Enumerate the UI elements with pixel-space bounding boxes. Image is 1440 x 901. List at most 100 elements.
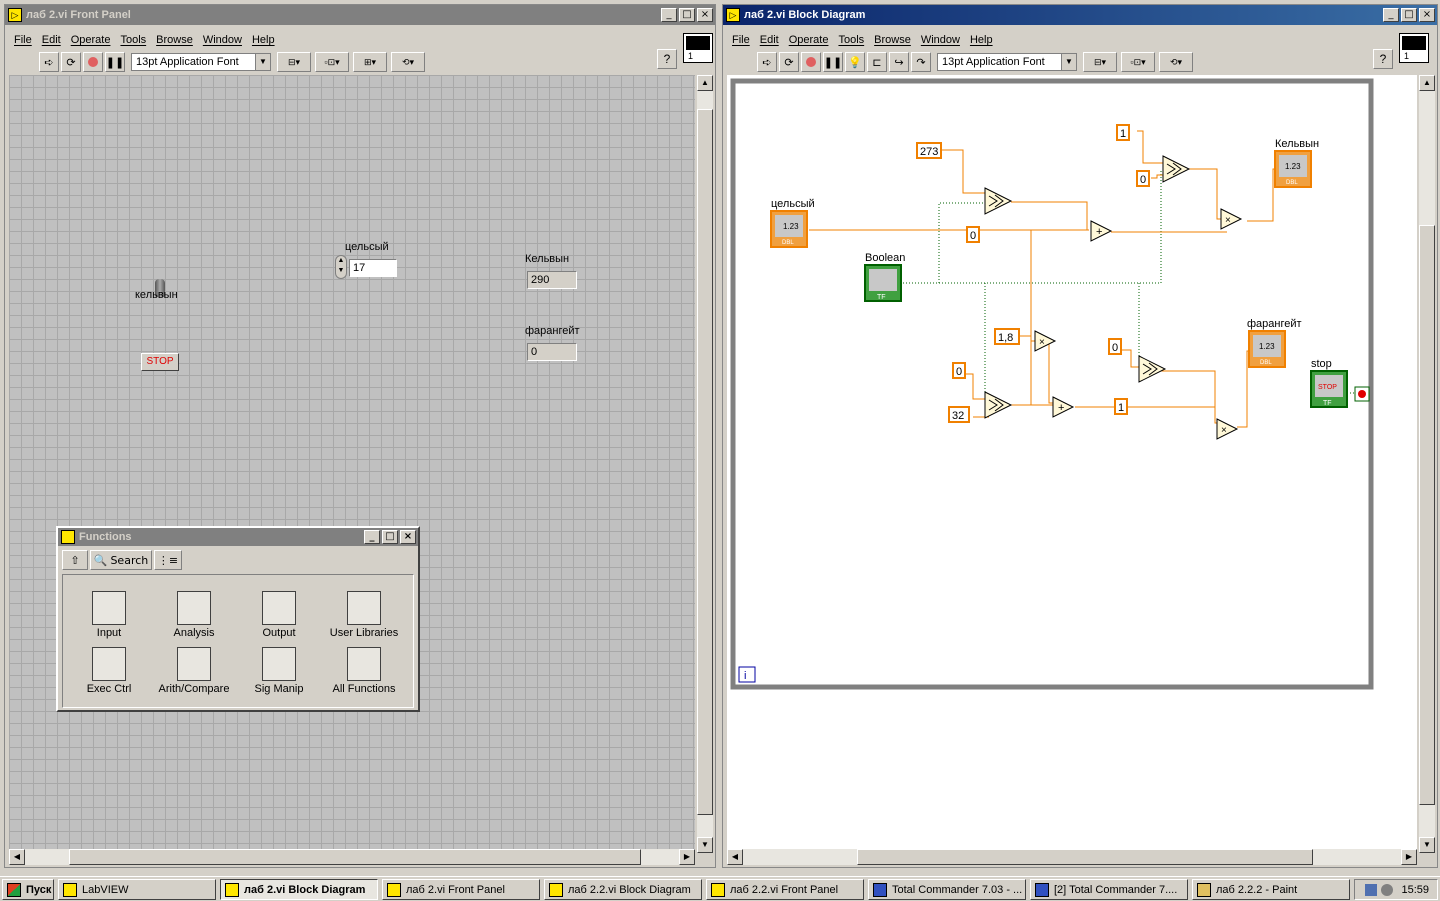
functions-palette-titlebar[interactable]: Functions _ □ × [58, 528, 418, 546]
palette-item-user-libraries[interactable]: User Libraries [324, 591, 404, 639]
taskbar-item-block-diagram[interactable]: лаб 2.vi Block Diagram [220, 879, 378, 900]
close-button[interactable]: × [697, 8, 713, 22]
volume-icon[interactable] [1381, 883, 1394, 896]
menu-tools[interactable]: Tools [115, 31, 151, 49]
scroll-left-arrow[interactable]: ◀ [9, 849, 25, 865]
align-objects-icon[interactable]: ⊟▾ [1083, 52, 1117, 72]
scroll-right-arrow[interactable]: ▶ [679, 849, 695, 865]
pause-icon[interactable]: ❚❚ [823, 52, 843, 72]
resize-objects-icon[interactable]: ⊞▾ [353, 52, 387, 72]
step-into-icon[interactable]: ↪ [889, 52, 909, 72]
up-arrow-icon[interactable]: ⇧ [62, 550, 88, 570]
menu-browse[interactable]: Browse [869, 31, 916, 49]
scroll-thumb[interactable] [697, 109, 713, 815]
run-arrow-icon[interactable]: ➪ [757, 52, 777, 72]
run-arrow-icon[interactable]: ➪ [39, 52, 59, 72]
menu-window[interactable]: Window [916, 31, 965, 49]
select-function[interactable] [1138, 355, 1166, 383]
multiply-function[interactable] [1216, 418, 1238, 440]
abort-icon[interactable] [83, 52, 103, 72]
font-selector[interactable]: 13pt Application Font ▼ [131, 53, 271, 71]
multiply-function[interactable] [1034, 330, 1056, 352]
menu-tools[interactable]: Tools [833, 31, 869, 49]
align-objects-icon[interactable]: ⊟▾ [277, 52, 311, 72]
select-function[interactable] [984, 187, 1012, 215]
front-panel-hscroll[interactable]: ◀ ▶ [9, 849, 695, 865]
network-icon[interactable] [1365, 883, 1378, 896]
taskbar-item-front-panel-2[interactable]: лаб 2.2.vi Front Panel [706, 879, 864, 900]
menu-help[interactable]: Help [965, 31, 998, 49]
stop-button[interactable]: STOP [141, 353, 179, 371]
minimize-button[interactable]: _ [364, 530, 380, 544]
scroll-right-arrow[interactable]: ▶ [1401, 849, 1417, 865]
start-button[interactable]: Пуск [2, 879, 54, 900]
minimize-button[interactable]: _ [1383, 8, 1399, 22]
highlight-execution-icon[interactable]: 💡 [845, 52, 865, 72]
maximize-button[interactable]: □ [679, 8, 695, 22]
block-diagram-hscroll[interactable]: ◀ ▶ [727, 849, 1417, 865]
multiply-function[interactable] [1220, 208, 1242, 230]
maximize-button[interactable]: □ [382, 530, 398, 544]
celsius-increment-decrement[interactable]: ▲ ▼ [335, 255, 347, 279]
run-continuously-icon[interactable]: ⟳ [61, 52, 81, 72]
taskbar-item-labview[interactable]: LabVIEW [58, 879, 216, 900]
palette-item-output[interactable]: Output [239, 591, 319, 639]
taskbar-item-block-diagram-2[interactable]: лаб 2.2.vi Block Diagram [544, 879, 702, 900]
menu-browse[interactable]: Browse [151, 31, 198, 49]
taskbar-item-total-commander-2[interactable]: [2] Total Commander 7.... [1030, 879, 1188, 900]
palette-item-input[interactable]: Input [69, 591, 149, 639]
scroll-down-arrow[interactable]: ▼ [1419, 837, 1435, 853]
scroll-up-arrow[interactable]: ▲ [697, 75, 713, 91]
abort-icon[interactable] [801, 52, 821, 72]
menu-edit[interactable]: Edit [37, 31, 66, 49]
search-button[interactable]: 🔍 Search [90, 550, 152, 570]
scroll-thumb[interactable] [857, 849, 1313, 865]
vi-connector-icon[interactable]: 1 [1399, 33, 1429, 63]
run-continuously-icon[interactable]: ⟳ [779, 52, 799, 72]
block-diagram-vscroll[interactable]: ▲ ▼ [1419, 75, 1435, 853]
front-panel-vscroll[interactable]: ▲ ▼ [697, 75, 713, 853]
vi-connector-icon[interactable]: 1 [683, 33, 713, 63]
palette-item-arith-compare[interactable]: Arith/Compare [154, 647, 234, 695]
clock[interactable]: 15:59 [1401, 884, 1429, 896]
scroll-thumb[interactable] [69, 849, 641, 865]
front-panel-canvas[interactable]: кельвын цельсый ▲ ▼ 17 Кельвын 290 фаранг… [9, 75, 695, 853]
distribute-objects-icon[interactable]: ▫⊡▾ [315, 52, 349, 72]
taskbar-item-paint[interactable]: лаб 2.2.2 - Paint [1192, 879, 1350, 900]
block-diagram-canvas[interactable]: i 273 1 0 0 1,8 0 0 32 1 + × × + × цельс… [727, 75, 1417, 853]
close-button[interactable]: × [400, 530, 416, 544]
close-button[interactable]: × [1419, 8, 1435, 22]
options-icon[interactable]: ⋮≡ [154, 550, 182, 570]
taskbar-item-front-panel[interactable]: лаб 2.vi Front Panel [382, 879, 540, 900]
palette-item-analysis[interactable]: Analysis [154, 591, 234, 639]
reorder-icon[interactable]: ⟲▾ [391, 52, 425, 72]
step-over-icon[interactable]: ↷ [911, 52, 931, 72]
taskbar-item-total-commander[interactable]: Total Commander 7.03 - ... [868, 879, 1026, 900]
menu-help[interactable]: Help [247, 31, 280, 49]
distribute-objects-icon[interactable]: ▫⊡▾ [1121, 52, 1155, 72]
palette-item-all-functions[interactable]: All Functions [324, 647, 404, 695]
palette-item-exec-ctrl[interactable]: Exec Ctrl [69, 647, 149, 695]
minimize-button[interactable]: _ [661, 8, 677, 22]
select-function[interactable] [1162, 155, 1190, 183]
help-icon[interactable]: ? [1373, 49, 1393, 69]
retain-wire-values-icon[interactable]: ⊏ [867, 52, 887, 72]
front-panel-titlebar[interactable]: ▷ лаб 2.vi Front Panel _ □ × [5, 5, 715, 25]
scroll-down-arrow[interactable]: ▼ [697, 837, 713, 853]
reorder-icon[interactable]: ⟲▾ [1159, 52, 1193, 72]
help-icon[interactable]: ? [657, 49, 677, 69]
scroll-thumb[interactable] [1419, 225, 1435, 805]
menu-window[interactable]: Window [198, 31, 247, 49]
font-selector[interactable]: 13pt Application Font ▼ [937, 53, 1077, 71]
scroll-left-arrow[interactable]: ◀ [727, 849, 743, 865]
menu-operate[interactable]: Operate [66, 31, 116, 49]
celsius-input[interactable]: 17 [349, 259, 397, 277]
select-function[interactable] [984, 391, 1012, 419]
menu-file[interactable]: File [9, 31, 37, 49]
block-diagram-titlebar[interactable]: ▷ лаб 2.vi Block Diagram _ □ × [723, 5, 1437, 25]
menu-operate[interactable]: Operate [784, 31, 834, 49]
palette-item-sig-manip[interactable]: Sig Manip [239, 647, 319, 695]
menu-edit[interactable]: Edit [755, 31, 784, 49]
menu-file[interactable]: File [727, 31, 755, 49]
maximize-button[interactable]: □ [1401, 8, 1417, 22]
